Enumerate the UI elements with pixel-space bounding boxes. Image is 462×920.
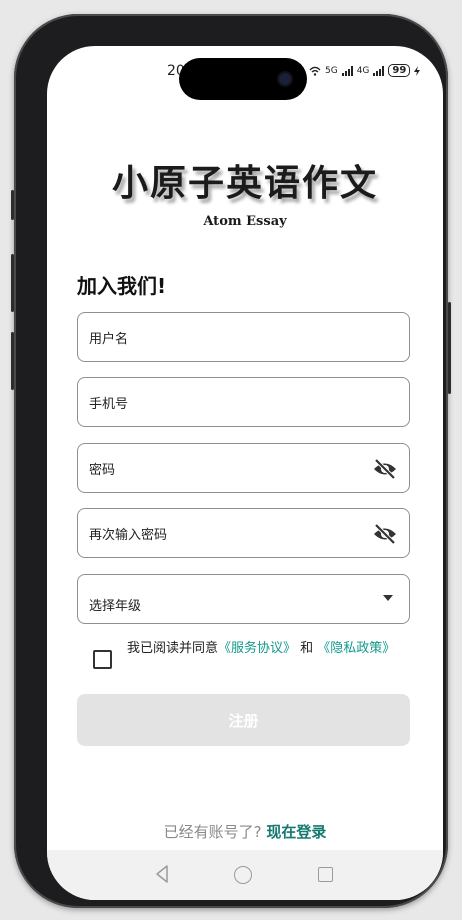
screen: 20 5G 4G 99 小原子英语作文 Atom Essay 加入我们! 用户名 — [47, 46, 443, 900]
mute-switch — [11, 190, 14, 220]
chevron-down-icon — [383, 595, 393, 601]
grade-placeholder: 选择年级 — [89, 599, 142, 614]
power-button — [448, 302, 451, 394]
home-icon[interactable] — [234, 866, 252, 884]
phone-placeholder: 手机号 — [89, 396, 129, 412]
dynamic-island — [179, 58, 307, 100]
recent-apps-icon[interactable] — [318, 867, 333, 882]
signal-icon-2 — [373, 65, 385, 76]
wifi-icon — [309, 66, 321, 76]
back-icon[interactable] — [155, 864, 169, 884]
volume-up-button — [11, 254, 14, 312]
battery-icon: 99 — [388, 64, 411, 77]
form-heading: 加入我们! — [77, 274, 167, 298]
username-field[interactable]: 用户名 — [77, 312, 410, 362]
password-placeholder: 密码 — [89, 462, 116, 478]
agreement-conjunction: 和 — [296, 641, 318, 656]
login-prompt: 已经有账号了? 现在登录 — [47, 821, 443, 842]
phone-frame: 20 5G 4G 99 小原子英语作文 Atom Essay 加入我们! 用户名 — [11, 14, 451, 908]
system-nav-bar — [47, 850, 443, 900]
service-agreement-link[interactable]: 《服务协议》 — [218, 641, 296, 656]
app-subtitle: Atom Essay — [203, 214, 287, 229]
visibility-off-icon[interactable] — [373, 458, 397, 480]
camera-icon — [279, 73, 291, 85]
login-prompt-text: 已经有账号了? — [163, 823, 267, 841]
login-link[interactable]: 现在登录 — [266, 823, 326, 841]
charging-icon — [414, 65, 421, 76]
register-button[interactable]: 注册 — [77, 694, 410, 746]
phone-field[interactable]: 手机号 — [77, 377, 410, 427]
confirm-password-placeholder: 再次输入密码 — [89, 527, 168, 543]
signal-icon — [341, 65, 353, 76]
grade-select[interactable]: 选择年级 — [77, 574, 410, 624]
network-label-4g: 4G — [356, 65, 370, 76]
network-label-5g: 5G — [325, 65, 338, 76]
agreement-text: 我已阅读并同意《服务协议》 和 《隐私政策》 — [127, 640, 407, 658]
username-placeholder: 用户名 — [89, 331, 129, 347]
volume-down-button — [11, 332, 14, 390]
status-icons: 5G 4G 99 — [309, 64, 421, 77]
visibility-off-icon[interactable] — [373, 523, 397, 545]
app-title: 小原子英语作文 — [111, 162, 378, 204]
privacy-policy-link[interactable]: 《隐私政策》 — [317, 641, 395, 656]
agreement-checkbox[interactable] — [93, 650, 112, 669]
password-field[interactable]: 密码 — [77, 443, 410, 493]
agreement-prefix: 我已阅读并同意 — [127, 641, 219, 656]
confirm-password-field[interactable]: 再次输入密码 — [77, 508, 410, 558]
